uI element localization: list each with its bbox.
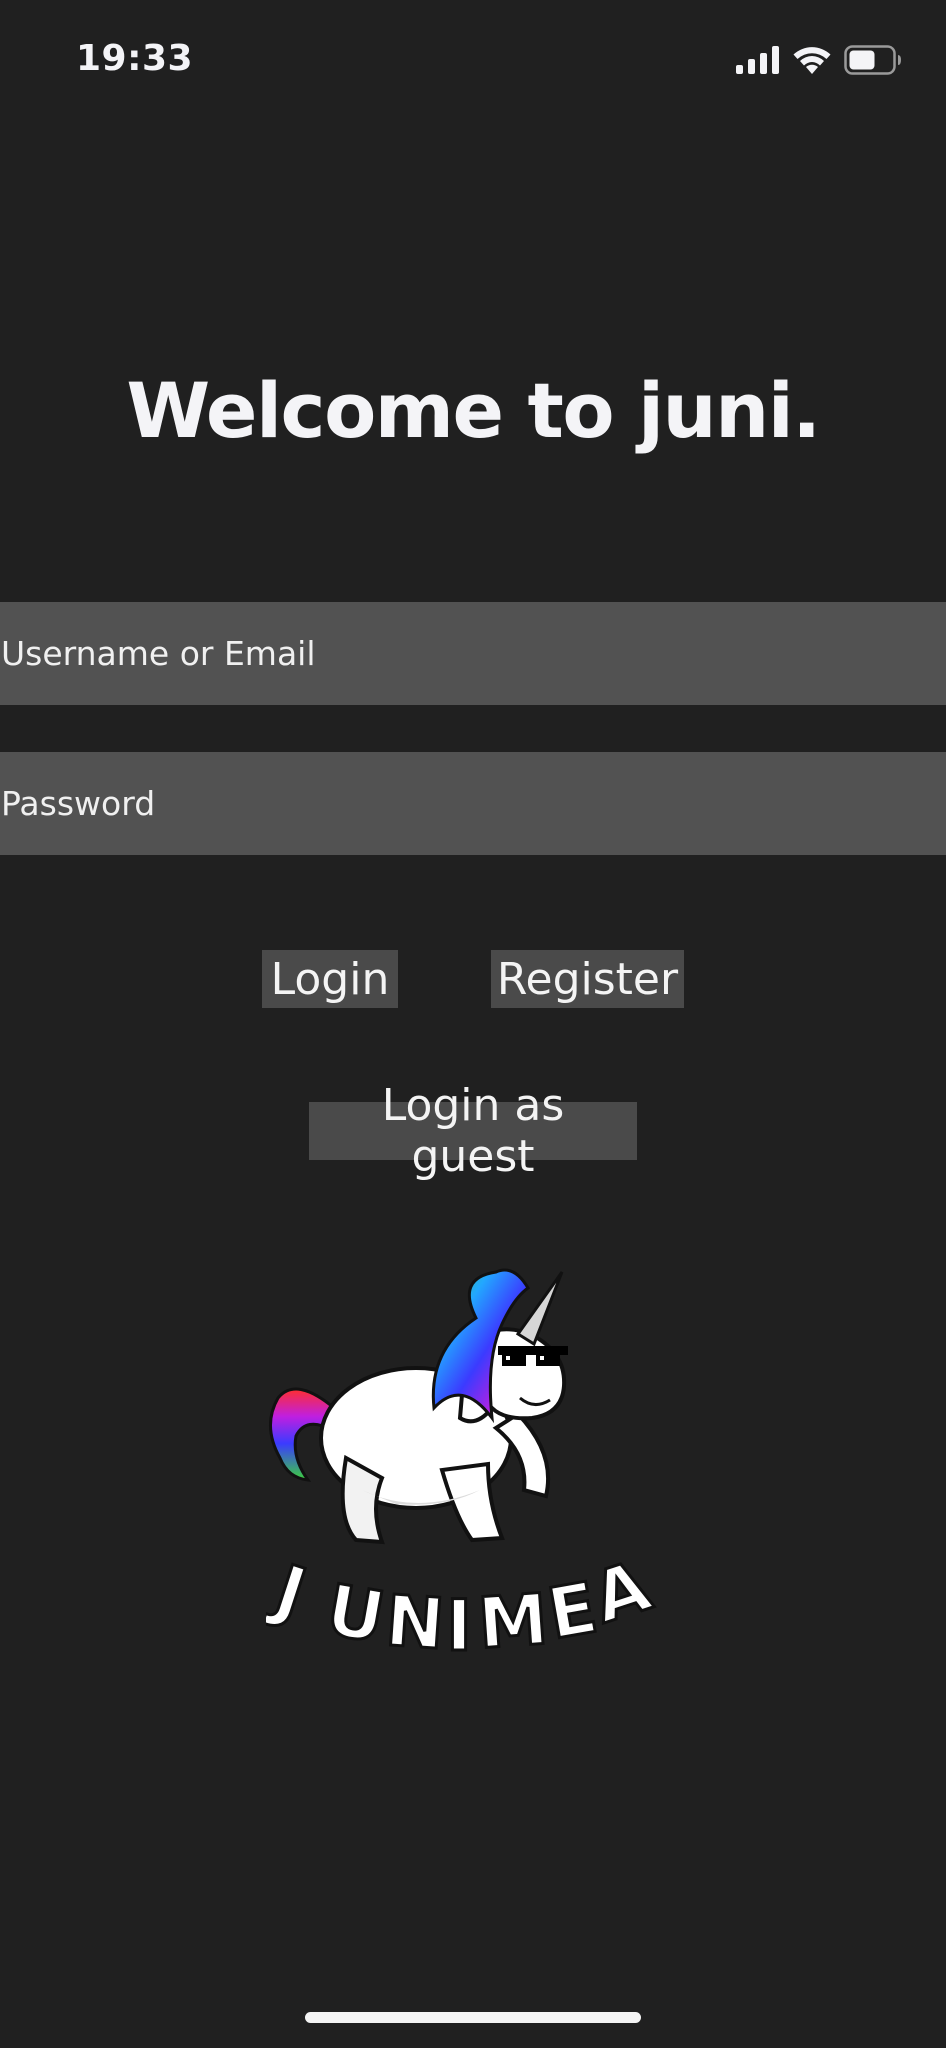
- status-time: 19:33: [76, 38, 194, 79]
- home-indicator[interactable]: [305, 2012, 641, 2023]
- page-title: Welcome to juni.: [126, 366, 821, 455]
- svg-text:J: J: [266, 1548, 316, 1635]
- login-button[interactable]: Login: [262, 950, 398, 1008]
- status-icons: [736, 44, 902, 76]
- register-button[interactable]: Register: [491, 950, 684, 1008]
- wifi-icon: [793, 47, 831, 74]
- battery-icon: [844, 45, 901, 75]
- unicorn-logo: J U N I M E A: [266, 1258, 676, 1658]
- svg-text:I: I: [446, 1585, 472, 1658]
- svg-text:U: U: [320, 1568, 390, 1658]
- login-as-guest-button[interactable]: Login as guest: [309, 1080, 637, 1182]
- username-email-input[interactable]: [0, 602, 946, 705]
- svg-text:M: M: [475, 1578, 550, 1658]
- password-input[interactable]: [0, 752, 946, 855]
- svg-text:N: N: [383, 1580, 447, 1658]
- cellular-signal-icon: [736, 46, 779, 74]
